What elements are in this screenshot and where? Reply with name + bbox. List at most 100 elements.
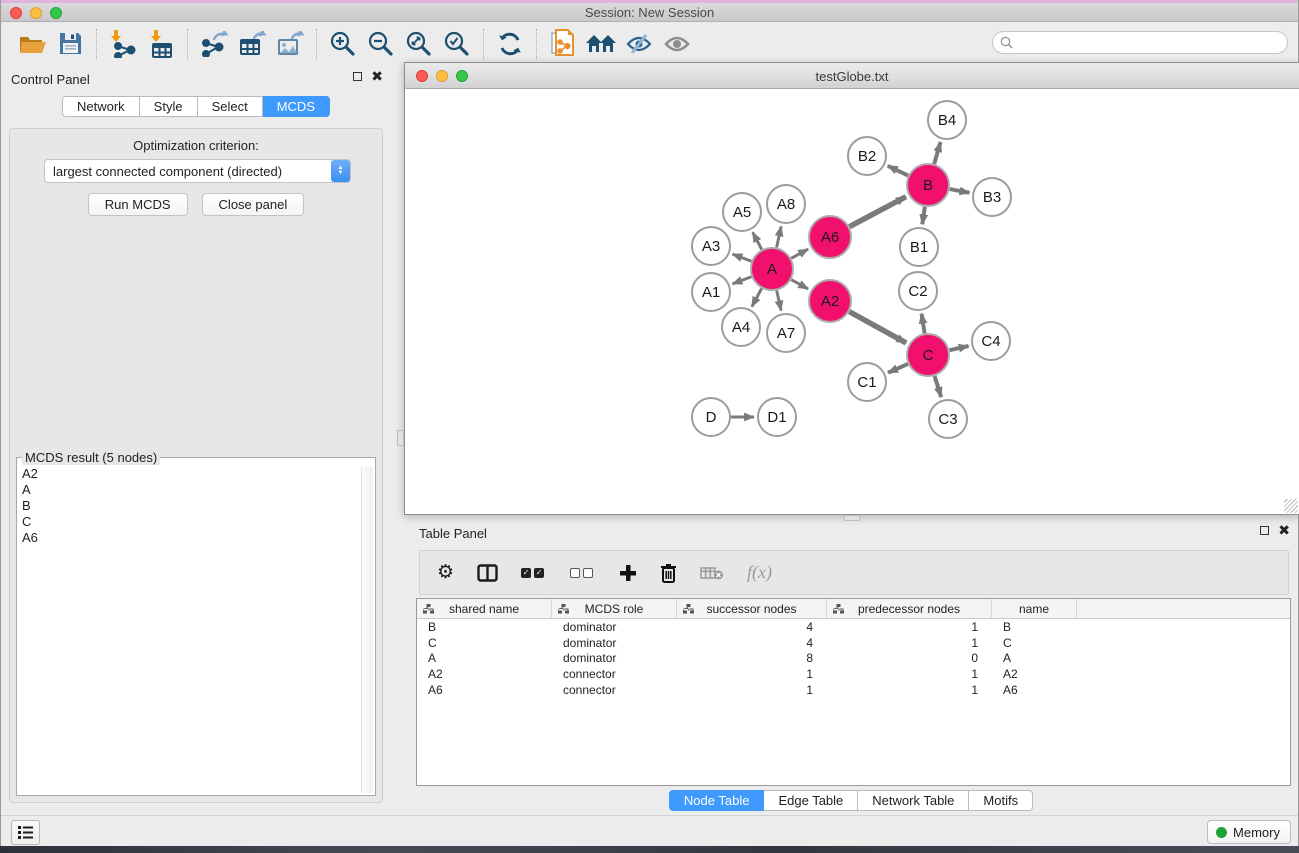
show-all-button[interactable] (658, 28, 696, 60)
graph-node-A6[interactable]: A6 (809, 216, 851, 258)
export-network-button[interactable] (195, 28, 233, 60)
graph-edge-C-C3[interactable] (935, 376, 942, 397)
graph-node-A4[interactable]: A4 (722, 308, 760, 346)
delete-table-icon[interactable] (700, 565, 724, 581)
graph-node-C1[interactable]: C1 (848, 363, 886, 401)
zoom-in-button[interactable] (324, 28, 362, 60)
column-header-predecessor-nodes[interactable]: predecessor nodes (827, 599, 992, 618)
table-options-icon[interactable]: ⚙ (437, 563, 454, 582)
graph-node-A1[interactable]: A1 (692, 273, 730, 311)
graph-edge-B-B3[interactable] (950, 189, 970, 193)
deselect-all-icon[interactable] (570, 568, 596, 578)
graph-node-B[interactable]: B (907, 164, 949, 206)
graph-node-D[interactable]: D (692, 398, 730, 436)
graph-node-A2[interactable]: A2 (809, 280, 851, 322)
table-row[interactable]: A6connector11A6 (417, 682, 1290, 698)
refresh-button[interactable] (491, 28, 529, 60)
import-network-button[interactable] (104, 28, 142, 60)
window-resize-grip[interactable] (1284, 499, 1298, 513)
graph-node-C4[interactable]: C4 (972, 322, 1010, 360)
graph-edge-A-A6[interactable] (791, 249, 808, 258)
graph-node-C[interactable]: C (907, 334, 949, 376)
graph-node-B1[interactable]: B1 (900, 228, 938, 266)
close-panel-button[interactable]: Close panel (202, 193, 305, 216)
graph-node-A7[interactable]: A7 (767, 314, 805, 352)
tab-mcds[interactable]: MCDS (263, 96, 330, 117)
graph-edge-A-A2[interactable] (791, 280, 808, 289)
tab-network-table[interactable]: Network Table (858, 790, 969, 811)
close-panel-icon[interactable]: ✖ (1278, 525, 1290, 535)
graph-edge-A-A5[interactable] (753, 232, 762, 249)
function-builder-icon[interactable]: f(x) (747, 562, 772, 583)
graph-node-A[interactable]: A (751, 248, 793, 290)
tab-style[interactable]: Style (140, 96, 198, 117)
show-columns-icon[interactable] (477, 564, 498, 582)
import-table-button[interactable] (142, 28, 180, 60)
result-list-scrollbar[interactable] (361, 467, 373, 793)
delete-row-icon[interactable] (660, 563, 677, 583)
mcds-result-item[interactable]: A (22, 482, 375, 498)
mcds-result-item[interactable]: C (22, 514, 375, 530)
graph-node-A5[interactable]: A5 (723, 193, 761, 231)
export-image-button[interactable] (271, 28, 309, 60)
graph-edge-A-A4[interactable] (752, 288, 762, 306)
graph-edge-C-C4[interactable] (949, 346, 968, 350)
float-panel-icon[interactable] (353, 72, 362, 81)
graph-edge-B-B2[interactable] (888, 166, 908, 176)
zoom-selected-button[interactable] (438, 28, 476, 60)
graph-edge-C-C1[interactable] (888, 364, 908, 373)
close-panel-icon[interactable]: ✖ (371, 71, 383, 81)
graph-edge-A-A3[interactable] (733, 254, 752, 261)
column-header-MCDS-role[interactable]: MCDS role (552, 599, 677, 618)
graph-node-B2[interactable]: B2 (848, 137, 886, 175)
graph-node-B3[interactable]: B3 (973, 178, 1011, 216)
hide-selected-button[interactable] (620, 28, 658, 60)
splitter-handle[interactable] (397, 430, 404, 446)
network-canvas[interactable]: A A1 A2 A3 A4 A5 A6 A7 A8 B B1 B2 B3 B4 C C1 C2 C3 C4 D D1 (405, 89, 1299, 514)
table-row[interactable]: Bdominator41B (417, 619, 1290, 635)
column-header-name[interactable]: name (992, 599, 1077, 618)
task-history-button[interactable] (11, 820, 40, 845)
add-row-icon[interactable] (619, 564, 637, 582)
tab-edge-table[interactable]: Edge Table (764, 790, 858, 811)
graph-edge-A6-B[interactable] (849, 197, 905, 227)
column-header-shared-name[interactable]: shared name (417, 599, 552, 618)
graph-node-A3[interactable]: A3 (692, 227, 730, 265)
mcds-result-item[interactable]: A2 (22, 466, 375, 482)
tab-motifs[interactable]: Motifs (969, 790, 1033, 811)
graph-node-B4[interactable]: B4 (928, 101, 966, 139)
graph-node-A8[interactable]: A8 (767, 185, 805, 223)
graph-node-C3[interactable]: C3 (929, 400, 967, 438)
tab-node-table[interactable]: Node Table (669, 790, 765, 811)
graph-edge-B-B1[interactable] (922, 207, 925, 224)
zoom-fit-button[interactable] (400, 28, 438, 60)
graph-node-C2[interactable]: C2 (899, 272, 937, 310)
graph-edge-B-B4[interactable] (934, 142, 940, 164)
tab-network[interactable]: Network (62, 96, 140, 117)
graph-edge-A-A7[interactable] (777, 290, 781, 310)
mcds-result-item[interactable]: B (22, 498, 375, 514)
network-window-titlebar[interactable]: testGlobe.txt (405, 63, 1299, 89)
graph-node-D1[interactable]: D1 (758, 398, 796, 436)
search-input[interactable] (1017, 36, 1287, 50)
export-table-button[interactable] (233, 28, 271, 60)
tab-select[interactable]: Select (198, 96, 263, 117)
run-mcds-button[interactable]: Run MCDS (88, 193, 188, 216)
graph-edge-A-A8[interactable] (777, 226, 782, 247)
mcds-result-item[interactable]: A6 (22, 530, 375, 546)
search-field[interactable] (992, 31, 1288, 54)
table-row[interactable]: A2connector11A2 (417, 666, 1290, 682)
graph-edge-A2-C[interactable] (849, 312, 906, 343)
save-session-button[interactable] (51, 28, 89, 60)
column-header-successor-nodes[interactable]: successor nodes (677, 599, 827, 618)
table-row[interactable]: Adominator80A (417, 651, 1290, 667)
graph-edge-C-C2[interactable] (922, 314, 925, 334)
graph-edge-A-A1[interactable] (733, 277, 752, 284)
memory-button[interactable]: Memory (1207, 820, 1291, 844)
copy-network-button[interactable] (544, 28, 582, 60)
table-row[interactable]: Cdominator41C (417, 635, 1290, 651)
select-all-icon[interactable]: ✓✓ (521, 568, 547, 578)
first-neighbors-button[interactable] (582, 28, 620, 60)
criterion-dropdown[interactable]: largest connected component (directed) ▲… (44, 159, 351, 183)
open-session-button[interactable] (13, 28, 51, 60)
